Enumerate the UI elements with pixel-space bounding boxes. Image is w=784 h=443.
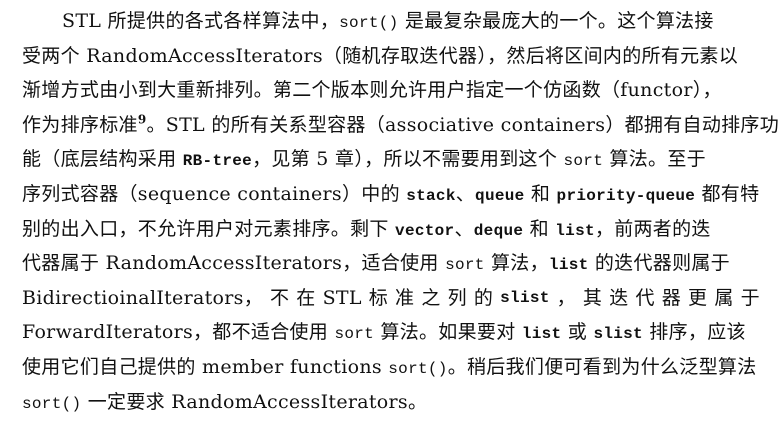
text-span: ，前两者的迭	[594, 217, 711, 240]
code-span: sort()	[339, 14, 399, 32]
code-span: list	[548, 256, 589, 275]
text-line: ForwardIterators，都不适合使用 sort 算法。如果要对 lis…	[22, 315, 784, 350]
text-line: 别的出入口，不允许用户对元素排序。剩下 vector、deque 和 list，…	[22, 212, 784, 247]
text-span: STL 所提供的各式各样算法中，	[62, 10, 340, 32]
text-span: 、	[454, 217, 474, 240]
text-span: 是最复杂最庞大的一个。这个算法接	[398, 10, 714, 32]
code-span: queue	[475, 186, 525, 205]
text-span: 器	[661, 286, 682, 309]
text-span: 能（底层结构采用	[22, 148, 183, 171]
text-span: 算法，	[484, 252, 549, 275]
text-line: STL 所提供的各式各样算法中，sort() 是最复杂最庞大的一个。这个算法接	[22, 4, 784, 39]
text-span: 标	[368, 286, 389, 309]
code-span: deque	[473, 221, 524, 240]
text-line: sort() 一定要求 RandomAccessIterators。	[22, 385, 784, 420]
text-span: 代	[635, 286, 655, 309]
text-span: 代器属于 RandomAccessIterators，适合使用	[22, 252, 446, 275]
code-span: RB-tree	[182, 152, 253, 171]
text-span: 的迭代器则属于	[588, 252, 730, 275]
text-line: 使用它们自己提供的 member functions sort()。稍后我们便可…	[22, 350, 784, 385]
text-span: 算法。至于	[603, 148, 706, 171]
text-span: STL	[322, 286, 362, 309]
text-line: 代器属于 RandomAccessIterators，适合使用 sort 算法，…	[22, 246, 784, 281]
text-span: 。稍后我们便可看到为什么泛型算法	[447, 355, 757, 378]
code-span: sort	[334, 325, 375, 344]
text-span: BidirectioinalIterators，	[22, 286, 264, 309]
text-span: 算法。如果要对	[374, 321, 522, 344]
code-span: slist	[500, 288, 550, 307]
text-span: 序列式容器（sequence containers）中的	[22, 182, 407, 205]
text-span: 都有特	[695, 182, 760, 205]
code-span: priority-queue	[556, 186, 696, 205]
code-span: stack	[406, 186, 456, 205]
text-span: 其	[582, 286, 603, 309]
text-line: 能（底层结构采用 RB-tree，见第 5 章），所以不需要用到这个 sort …	[22, 142, 784, 177]
code-span: sort	[445, 256, 485, 275]
code-span: list	[521, 325, 562, 344]
text-span: 的	[473, 286, 494, 309]
text-span: 更	[688, 286, 708, 309]
paragraph: STL 所提供的各式各样算法中，sort() 是最复杂最庞大的一个。这个算法接受…	[22, 4, 784, 419]
text-span: 受两个 RandomAccessIterators（随机存取迭代器），然后将区间…	[22, 44, 739, 67]
text-span: 列	[447, 286, 467, 309]
text-span: 之	[421, 286, 441, 309]
text-span: 。STL 的所有关系型容器（associative containers）都拥有…	[146, 113, 780, 136]
text-span: 排序，应该	[642, 321, 746, 344]
text-span: 于	[740, 286, 760, 309]
text-span: 不	[270, 286, 290, 309]
text-span: 别的出入口，不允许用户对元素排序。剩下	[22, 217, 396, 240]
text-line: 序列式容器（sequence containers）中的 stack、queue…	[22, 177, 784, 212]
code-span: slist	[593, 325, 643, 344]
text-span: 渐增方式由小到大重新排列。第二个版本则允许用户指定一个仿函数（functor），	[22, 79, 722, 102]
document-page: STL 所提供的各式各样算法中，sort() 是最复杂最庞大的一个。这个算法接受…	[0, 0, 784, 443]
code-span: vector	[395, 221, 455, 240]
text-line: 渐增方式由小到大重新排列。第二个版本则允许用户指定一个仿函数（functor），	[22, 73, 784, 108]
code-span: sort()	[388, 359, 448, 378]
text-line: BidirectioinalIterators， 不在 STL 标准之列的 slist ，…	[22, 281, 760, 316]
code-span: sort	[563, 152, 604, 171]
text-span: ForwardIterators，都不适合使用	[22, 321, 335, 344]
text-span: 或	[561, 321, 594, 344]
text-span: ，	[556, 286, 576, 309]
text-line: 受两个 RandomAccessIterators（随机存取迭代器），然后将区间…	[22, 39, 784, 74]
text-span: 一定要求 RandomAccessIterators。	[81, 390, 428, 413]
text-span: ，见第 5 章），所以不需要用到这个	[252, 148, 564, 171]
text-span: 、	[455, 182, 476, 205]
text-span: 属	[714, 286, 734, 309]
text-span: 和	[524, 182, 557, 205]
code-span: list	[555, 221, 595, 240]
code-span: sort()	[22, 394, 82, 413]
text-span: 作为排序标准	[22, 113, 138, 136]
text-span: 迭	[609, 286, 629, 309]
text-span: 使用它们自己提供的 member functions	[22, 355, 389, 378]
text-span: 和	[523, 217, 556, 240]
text-line: 作为排序标准9。STL 的所有关系型容器（associative contain…	[22, 108, 784, 143]
text-span: 准	[395, 286, 415, 309]
text-span: 在	[296, 286, 316, 309]
